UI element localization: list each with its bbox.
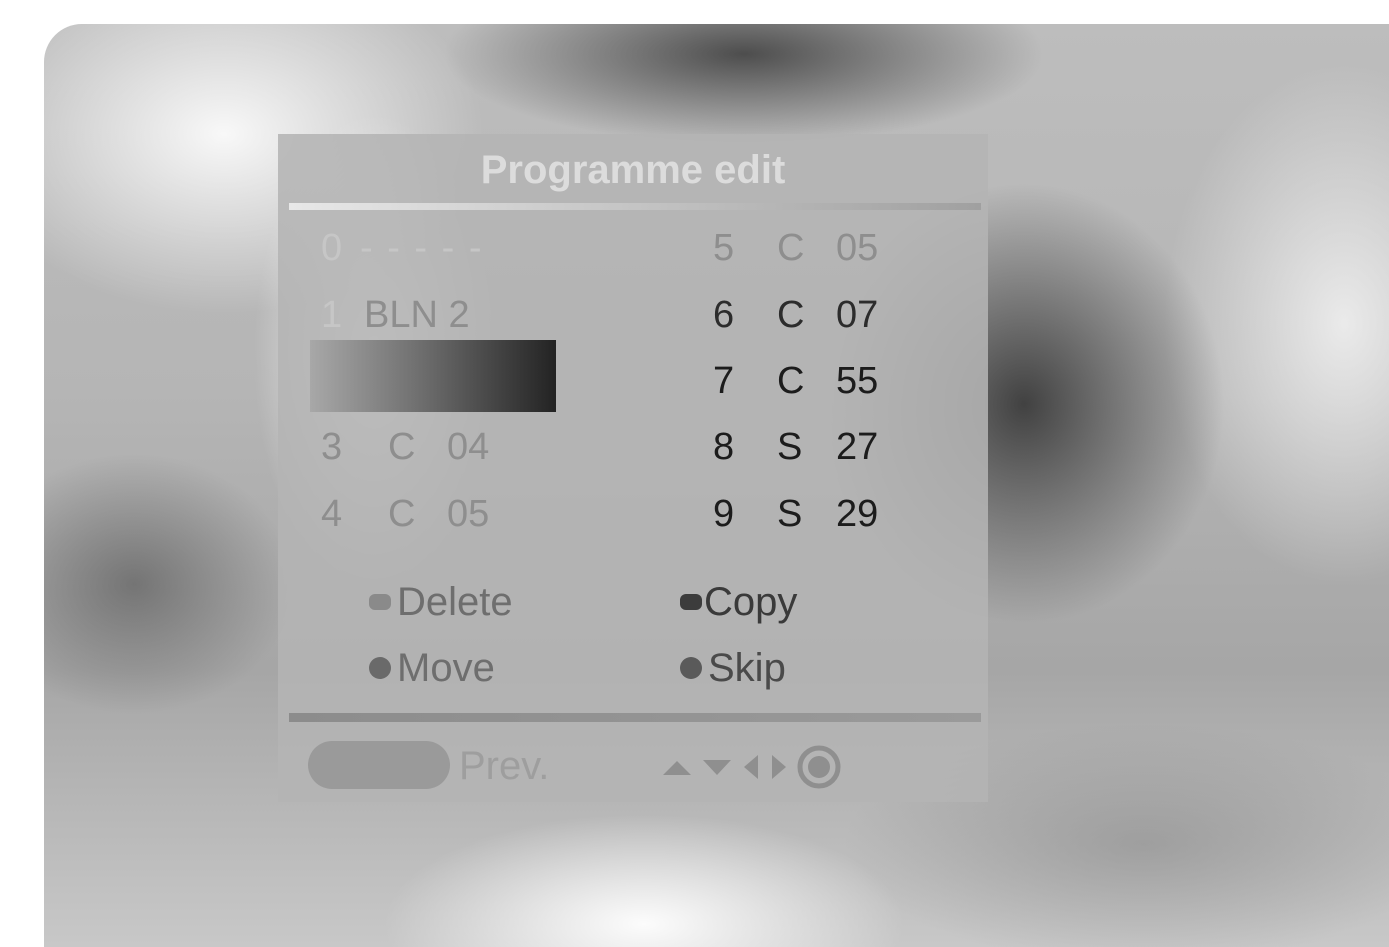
- programme-5-type: C: [777, 227, 805, 269]
- copy-label: Copy: [704, 580, 798, 624]
- yellow-button-icon: [369, 657, 391, 679]
- menu-title: Programme edit: [480, 148, 786, 192]
- skip-option[interactable]: Skip: [680, 648, 786, 688]
- programme-7-number[interactable]: 7: [713, 362, 753, 400]
- skip-label: Skip: [708, 646, 786, 690]
- navigation-hints: [660, 744, 842, 790]
- delete-label: Delete: [397, 580, 513, 624]
- programme-4-number[interactable]: 4: [321, 495, 361, 533]
- programme-4-type: C: [388, 493, 416, 535]
- programme-1-name[interactable]: BLN 2: [364, 296, 470, 334]
- selected-programme-highlight[interactable]: [310, 340, 556, 412]
- right-arrow-icon: [772, 755, 786, 779]
- programme-5-number[interactable]: 5: [713, 229, 753, 267]
- up-arrow-icon: [663, 761, 691, 775]
- programme-1-number[interactable]: 1: [321, 296, 361, 334]
- programme-4-channel: 05: [447, 493, 490, 535]
- programme-3-type: C: [388, 426, 416, 468]
- programme-9-channel: 29: [836, 493, 879, 535]
- red-button-icon: [369, 594, 391, 610]
- programme-7-channel: 55: [836, 360, 879, 402]
- programme-6-channel: 07: [836, 294, 879, 336]
- programme-9-type: S: [777, 493, 803, 535]
- down-arrow-icon: [703, 760, 731, 775]
- programme-9-number[interactable]: 9: [713, 495, 753, 533]
- ok-icon: [797, 745, 841, 789]
- left-arrow-icon: [744, 755, 758, 779]
- programme-8-type: S: [777, 426, 803, 468]
- programme-0-name[interactable]: - - - - -: [360, 229, 484, 267]
- programme-0-number[interactable]: 0: [321, 229, 361, 267]
- blue-button-icon: [680, 657, 702, 679]
- move-label: Move: [397, 646, 495, 690]
- programme-6-number[interactable]: 6: [713, 296, 753, 334]
- programme-6-type: C: [777, 294, 805, 336]
- move-option[interactable]: Move: [369, 648, 495, 688]
- copy-option[interactable]: Copy: [680, 582, 797, 622]
- programme-3-number[interactable]: 3: [321, 428, 361, 466]
- menu-button-icon[interactable]: [308, 741, 450, 789]
- prev-label: Prev.: [459, 744, 550, 788]
- programme-8-channel: 27: [836, 426, 879, 468]
- title-divider: [289, 203, 981, 210]
- programme-7-type: C: [777, 360, 805, 402]
- footer-divider: [289, 713, 981, 722]
- programme-3-channel: 04: [447, 426, 490, 468]
- green-button-icon: [680, 594, 702, 610]
- programme-8-number[interactable]: 8: [713, 428, 753, 466]
- delete-option[interactable]: Delete: [369, 582, 513, 622]
- programme-5-channel: 05: [836, 227, 879, 269]
